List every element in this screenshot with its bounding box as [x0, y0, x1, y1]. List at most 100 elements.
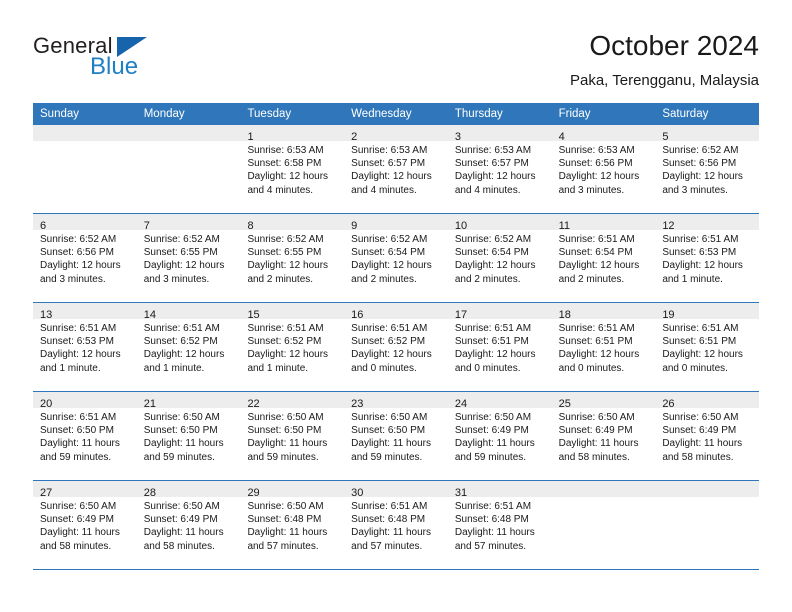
daylight-text-line2: and 1 minute. [143, 362, 205, 374]
day-number-band: 22 [240, 392, 345, 410]
calendar-day-cell[interactable]: 6 Sunrise: 6:52 AM Sunset: 6:56 PM Daylight… [33, 214, 137, 302]
sunset-text: Sunset: 6:55 PM [143, 247, 218, 259]
calendar-day-cell[interactable]: 11 Sunrise: 6:51 AM Sunset: 6:54 PM Dayligh… [551, 214, 656, 302]
daylight-text-line2: and 59 minutes. [247, 451, 319, 463]
calendar-day-cell[interactable]: 24 Sunrise: 6:50 AM Sunset: 6:49 PM Dayligh… [447, 392, 552, 480]
calendar-day-cell[interactable]: 17 Sunrise: 6:51 AM Sunset: 6:51 PM Dayligh… [447, 303, 552, 391]
day-details: Sunrise: 6:52 AM Sunset: 6:56 PM Daylight:… [33, 230, 137, 286]
daylight-text-line2: and 0 minutes. [454, 362, 521, 374]
day-details: Sunrise: 6:50 AM Sunset: 6:49 PM Daylight:… [137, 497, 241, 553]
calendar-day-cell-empty [33, 125, 137, 213]
calendar-day-cell[interactable]: 7 Sunrise: 6:52 AM Sunset: 6:55 PM Daylight… [136, 214, 241, 302]
sunset-text: Sunset: 6:52 PM [351, 336, 426, 348]
calendar-day-cell[interactable]: 18 Sunrise: 6:51 AM Sunset: 6:51 PM Dayligh… [551, 303, 656, 391]
sunrise-text: Sunrise: 6:51 AM [662, 234, 739, 245]
daylight-text-line1: Daylight: 12 hours [558, 260, 640, 272]
calendar-week-row: 27 Sunrise: 6:50 AM Sunset: 6:49 PM Dayligh… [33, 481, 760, 570]
day-number: 27 [40, 487, 53, 499]
day-number-band: 10 [447, 214, 552, 232]
calendar-day-cell[interactable]: 12 Sunrise: 6:51 AM Sunset: 6:53 PM Dayligh… [655, 214, 760, 302]
calendar-day-cell[interactable]: 21 Sunrise: 6:50 AM Sunset: 6:50 PM Dayligh… [136, 392, 241, 480]
day-number-band: 6 [33, 214, 137, 232]
calendar-day-cell[interactable]: 4 Sunrise: 6:53 AM Sunset: 6:56 PM Daylight… [551, 125, 656, 213]
day-number: 1 [247, 131, 254, 143]
sunrise-text: Sunrise: 6:51 AM [454, 501, 532, 512]
daylight-text-line1: Daylight: 11 hours [558, 438, 639, 450]
day-number: 18 [558, 309, 571, 321]
sunrise-text: Sunrise: 6:50 AM [247, 412, 324, 423]
sunset-text: Sunset: 6:48 PM [454, 514, 529, 526]
daylight-text-line2: and 0 minutes. [351, 362, 417, 374]
day-number: 31 [454, 487, 468, 499]
calendar-day-cell[interactable]: 2 Sunrise: 6:53 AM Sunset: 6:57 PM Daylight… [344, 125, 448, 213]
sunrise-text: Sunrise: 6:52 AM [247, 234, 324, 245]
calendar-day-cell[interactable]: 27 Sunrise: 6:50 AM Sunset: 6:49 PM Dayligh… [33, 481, 137, 569]
day-number-band: 19 [655, 303, 760, 321]
day-details: Sunrise: 6:51 AM Sunset: 6:48 PM Daylight:… [344, 497, 448, 553]
daylight-text-line2: and 1 minute. [662, 273, 723, 285]
calendar-day-cell[interactable]: 20 Sunrise: 6:51 AM Sunset: 6:50 PM Dayligh… [33, 392, 137, 480]
day-number-band: 25 [551, 392, 656, 410]
daylight-text-line2: and 3 minutes. [558, 184, 625, 196]
calendar-day-cell[interactable]: 26 Sunrise: 6:50 AM Sunset: 6:49 PM Dayligh… [655, 392, 760, 480]
calendar-day-cell[interactable]: 30 Sunrise: 6:51 AM Sunset: 6:48 PM Dayligh… [344, 481, 448, 569]
day-number-band: 27 [33, 481, 137, 499]
calendar-day-cell[interactable]: 16 Sunrise: 6:51 AM Sunset: 6:52 PM Dayligh… [344, 303, 448, 391]
sunset-text: Sunset: 6:58 PM [247, 158, 322, 170]
day-number: 15 [247, 309, 260, 321]
calendar-day-cell[interactable]: 22 Sunrise: 6:50 AM Sunset: 6:50 PM Dayligh… [240, 392, 345, 480]
calendar-day-cell[interactable]: 23 Sunrise: 6:50 AM Sunset: 6:50 PM Dayligh… [344, 392, 448, 480]
day-number: 24 [454, 398, 468, 410]
sunset-text: Sunset: 6:49 PM [454, 425, 529, 437]
day-number: 8 [247, 220, 254, 232]
calendar-day-cell[interactable]: 14 Sunrise: 6:51 AM Sunset: 6:52 PM Dayligh… [136, 303, 241, 391]
day-number-band: 18 [551, 303, 656, 321]
daylight-text-line1: Daylight: 12 hours [247, 349, 329, 361]
day-number-band: 8 [240, 214, 345, 232]
daylight-text-line2: and 59 minutes. [351, 451, 423, 463]
daylight-text-line2: and 59 minutes. [454, 451, 527, 463]
daylight-text-line2: and 58 minutes. [662, 451, 734, 463]
calendar-day-cell[interactable]: 13 Sunrise: 6:51 AM Sunset: 6:53 PM Dayligh… [33, 303, 137, 391]
day-number-band: 2 [344, 125, 448, 143]
daylight-text-line2: and 4 minutes. [454, 184, 521, 196]
calendar-day-cell[interactable]: 9 Sunrise: 6:52 AM Sunset: 6:54 PM Daylight… [344, 214, 448, 302]
day-number: 10 [454, 220, 468, 232]
sunset-text: Sunset: 6:54 PM [558, 247, 633, 259]
sunset-text: Sunset: 6:54 PM [454, 247, 529, 259]
daylight-text-line1: Daylight: 12 hours [558, 349, 640, 361]
day-number: 4 [558, 131, 565, 143]
weekday-header-wednesday: Wednesday [351, 108, 412, 120]
day-details: Sunrise: 6:51 AM Sunset: 6:51 PM Daylight:… [655, 319, 759, 375]
day-number-band: 29 [240, 481, 345, 499]
calendar-day-cell[interactable]: 28 Sunrise: 6:50 AM Sunset: 6:49 PM Dayligh… [136, 481, 241, 569]
day-details: Sunrise: 6:53 AM Sunset: 6:58 PM Daylight:… [240, 141, 344, 197]
day-number-band: 12 [655, 214, 760, 232]
calendar-day-cell[interactable]: 25 Sunrise: 6:50 AM Sunset: 6:49 PM Dayligh… [551, 392, 656, 480]
calendar-day-cell[interactable]: 5 Sunrise: 6:52 AM Sunset: 6:56 PM Daylight… [655, 125, 760, 213]
calendar-day-cell[interactable]: 19 Sunrise: 6:51 AM Sunset: 6:51 PM Dayligh… [655, 303, 760, 391]
calendar-day-cell[interactable]: 29 Sunrise: 6:50 AM Sunset: 6:48 PM Dayligh… [240, 481, 345, 569]
daylight-text-line2: and 2 minutes. [247, 273, 314, 285]
sunrise-text: Sunrise: 6:52 AM [40, 234, 117, 245]
calendar-day-cell[interactable]: 31 Sunrise: 6:51 AM Sunset: 6:48 PM Dayligh… [447, 481, 552, 569]
sunrise-text: Sunrise: 6:51 AM [454, 323, 532, 334]
day-details: Sunrise: 6:52 AM Sunset: 6:54 PM Daylight:… [448, 230, 552, 286]
day-number-band: 9 [344, 214, 448, 232]
sunset-text: Sunset: 6:52 PM [143, 336, 218, 348]
calendar-day-cell[interactable]: 1 Sunrise: 6:53 AM Sunset: 6:58 PM Daylight… [240, 125, 345, 213]
calendar-day-cell[interactable]: 15 Sunrise: 6:51 AM Sunset: 6:52 PM Dayligh… [240, 303, 345, 391]
sunset-text: Sunset: 6:49 PM [143, 514, 218, 526]
daylight-text-line2: and 4 minutes. [351, 184, 417, 196]
calendar-day-cell[interactable]: 3 Sunrise: 6:53 AM Sunset: 6:57 PM Daylight… [447, 125, 552, 213]
calendar-day-cell[interactable]: 8 Sunrise: 6:52 AM Sunset: 6:55 PM Daylight… [240, 214, 345, 302]
calendar-day-cell-empty [655, 481, 760, 569]
title-block: October 2024 Paka, Terengganu, Malaysia [570, 29, 759, 90]
daylight-text-line2: and 57 minutes. [351, 540, 423, 552]
calendar-day-cell[interactable]: 10 Sunrise: 6:52 AM Sunset: 6:54 PM Dayligh… [447, 214, 552, 302]
general-blue-logo[interactable]: General Blue [33, 33, 213, 85]
daylight-text-line1: Daylight: 11 hours [351, 527, 432, 539]
sunset-text: Sunset: 6:51 PM [454, 336, 529, 348]
daylight-text-line2: and 3 minutes. [143, 273, 210, 285]
weekday-header-friday: Friday [558, 108, 591, 120]
